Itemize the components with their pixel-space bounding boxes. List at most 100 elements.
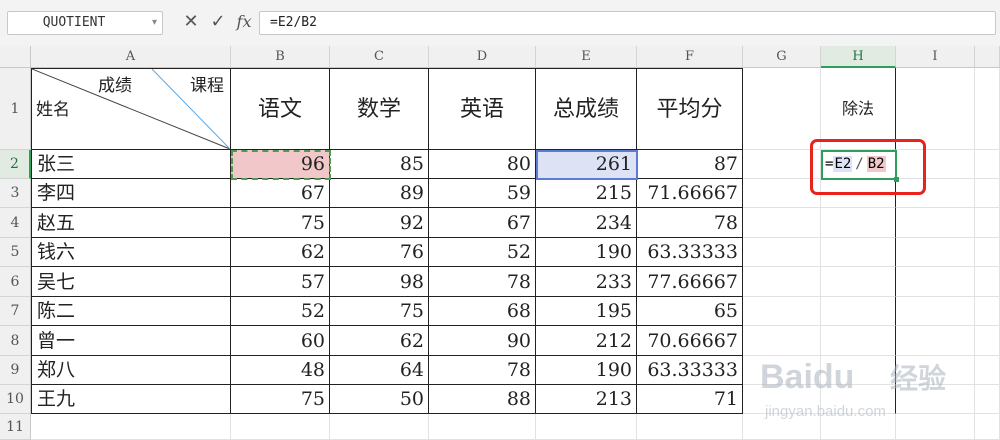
student-name-cell[interactable]: 钱六 (31, 238, 231, 267)
cell[interactable] (975, 68, 1000, 150)
student-name-cell[interactable]: 李四 (31, 179, 231, 208)
column-title[interactable]: 平均分 (637, 68, 743, 150)
student-name-cell[interactable]: 赵五 (31, 208, 231, 238)
column-title[interactable]: 英语 (429, 68, 536, 150)
score-cell-english[interactable]: 67 (429, 208, 536, 238)
score-cell-avg[interactable]: 63.33333 (637, 356, 743, 385)
score-cell-total[interactable]: 190 (536, 356, 637, 385)
score-cell-math[interactable]: 98 (330, 267, 429, 297)
cell[interactable] (896, 68, 975, 150)
cell[interactable] (896, 297, 975, 326)
student-name-cell[interactable]: 王九 (31, 385, 231, 414)
check-icon[interactable]: ✓ (207, 9, 229, 35)
cell[interactable] (330, 414, 429, 440)
score-cell-avg[interactable]: 71.66667 (637, 179, 743, 208)
score-cell-chinese[interactable]: 57 (231, 267, 330, 297)
score-cell-total[interactable]: 190 (536, 238, 637, 267)
score-cell-math[interactable]: 64 (330, 356, 429, 385)
row-header[interactable]: 7 (0, 297, 31, 326)
column-header[interactable]: D (429, 46, 536, 68)
score-cell-chinese[interactable]: 75 (231, 208, 330, 238)
student-name-cell[interactable]: 吴七 (31, 267, 231, 297)
division-header-cell[interactable]: 除法 (821, 68, 896, 150)
score-cell-chinese[interactable]: 48 (231, 356, 330, 385)
cell[interactable] (231, 414, 330, 440)
score-cell-math[interactable]: 92 (330, 208, 429, 238)
row-header[interactable]: 1 (0, 68, 31, 150)
score-cell-english[interactable]: 88 (429, 385, 536, 414)
row-header[interactable]: 8 (0, 326, 31, 356)
score-cell-total[interactable]: 212 (536, 326, 637, 356)
column-header[interactable]: F (637, 46, 743, 68)
diagonal-header-cell[interactable]: 课程 成绩 姓名 (31, 68, 231, 150)
score-cell-chinese[interactable]: 75 (231, 385, 330, 414)
column-title[interactable]: 总成绩 (536, 68, 637, 150)
cell[interactable] (429, 414, 536, 440)
score-cell-math[interactable]: 76 (330, 238, 429, 267)
column-header[interactable]: A (31, 46, 231, 68)
score-cell-english[interactable]: 68 (429, 297, 536, 326)
row-header[interactable]: 9 (0, 356, 31, 385)
cell[interactable] (743, 68, 821, 150)
score-cell-avg[interactable]: 87 (637, 150, 743, 179)
score-cell-avg[interactable]: 78 (637, 208, 743, 238)
score-cell-english[interactable]: 90 (429, 326, 536, 356)
cell[interactable] (743, 267, 821, 297)
score-cell-chinese[interactable]: 62 (231, 238, 330, 267)
column-header[interactable]: B (231, 46, 330, 68)
column-header[interactable]: C (330, 46, 429, 68)
student-name-cell[interactable]: 曾一 (31, 326, 231, 356)
row-header[interactable]: 11 (0, 414, 31, 440)
score-cell-total[interactable]: 195 (536, 297, 637, 326)
student-name-cell[interactable]: 郑八 (31, 356, 231, 385)
student-name-cell[interactable]: 张三 (31, 150, 231, 179)
row-header[interactable]: 4 (0, 208, 31, 238)
cell[interactable] (821, 208, 896, 238)
score-cell-english[interactable]: 78 (429, 356, 536, 385)
score-cell-math[interactable]: 62 (330, 326, 429, 356)
score-cell-math[interactable]: 50 (330, 385, 429, 414)
cell[interactable] (821, 297, 896, 326)
row-header[interactable]: 10 (0, 385, 31, 414)
score-cell-avg[interactable]: 70.66667 (637, 326, 743, 356)
cell[interactable] (975, 267, 1000, 297)
score-cell-chinese[interactable]: 67 (231, 179, 330, 208)
column-title[interactable]: 语文 (231, 68, 330, 150)
chevron-down-icon[interactable]: ▾ (152, 12, 157, 34)
cell[interactable] (743, 297, 821, 326)
select-all-corner[interactable] (0, 46, 31, 68)
cell[interactable] (637, 414, 743, 440)
referenced-cell-e2[interactable]: 261 (536, 150, 637, 179)
cell[interactable] (743, 238, 821, 267)
score-cell-avg[interactable]: 71 (637, 385, 743, 414)
score-cell-math[interactable]: 75 (330, 297, 429, 326)
row-header[interactable]: 5 (0, 238, 31, 267)
cell[interactable] (975, 150, 1000, 179)
score-cell-total[interactable]: 234 (536, 208, 637, 238)
formula-input[interactable]: =E2/B2 (259, 11, 996, 35)
cell[interactable] (975, 208, 1000, 238)
score-cell-english[interactable]: 80 (429, 150, 536, 179)
cell[interactable] (975, 238, 1000, 267)
column-header[interactable]: E (536, 46, 637, 68)
cell[interactable] (31, 414, 231, 440)
score-cell-chinese[interactable]: 52 (231, 297, 330, 326)
cell[interactable] (536, 414, 637, 440)
cell[interactable] (896, 267, 975, 297)
score-cell-english[interactable]: 59 (429, 179, 536, 208)
score-cell-total[interactable]: 233 (536, 267, 637, 297)
fx-icon[interactable]: fx (233, 9, 255, 35)
cell[interactable] (743, 208, 821, 238)
name-box[interactable]: QUOTIENT ▾ (7, 11, 163, 35)
cell[interactable] (896, 208, 975, 238)
row-header[interactable]: 3 (0, 179, 31, 208)
score-cell-english[interactable]: 78 (429, 267, 536, 297)
cell[interactable] (975, 179, 1000, 208)
close-icon[interactable]: ✕ (180, 9, 202, 35)
score-cell-math[interactable]: 85 (330, 150, 429, 179)
score-cell-avg[interactable]: 65 (637, 297, 743, 326)
score-cell-avg[interactable]: 63.33333 (637, 238, 743, 267)
score-cell-english[interactable]: 52 (429, 238, 536, 267)
cell[interactable] (896, 238, 975, 267)
student-name-cell[interactable]: 陈二 (31, 297, 231, 326)
